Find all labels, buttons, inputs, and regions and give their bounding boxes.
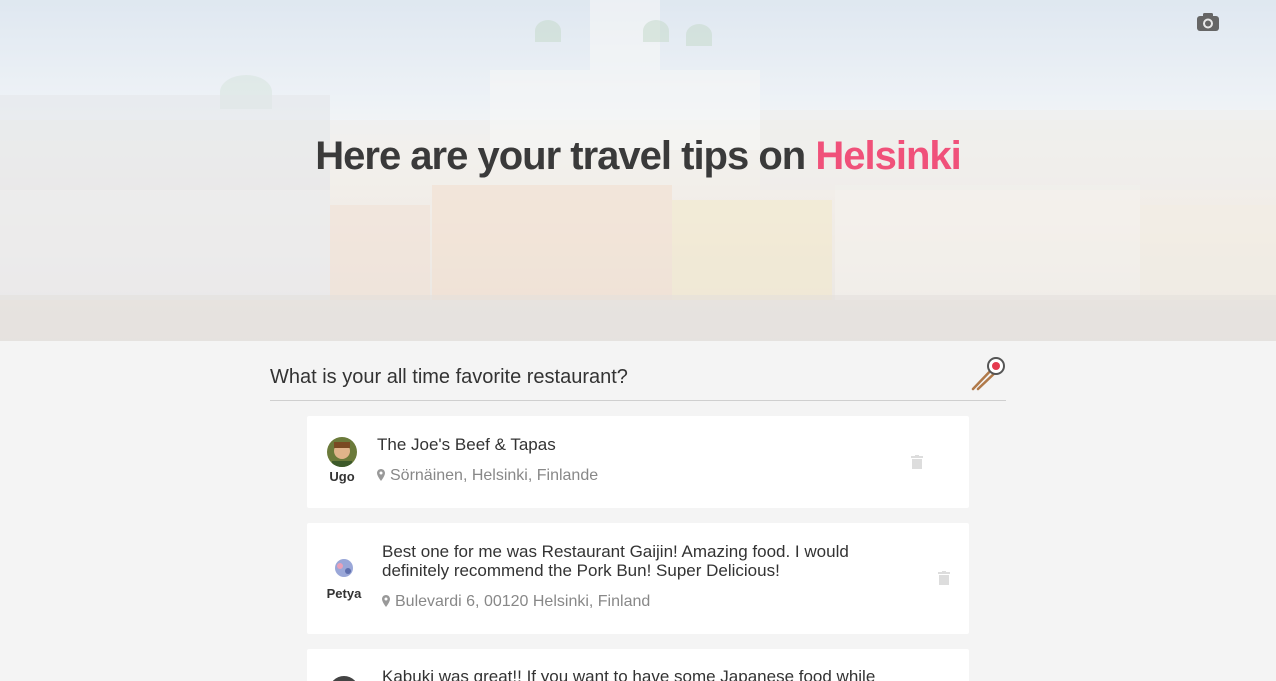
trash-icon[interactable] xyxy=(938,571,950,585)
author-name[interactable]: Ugo xyxy=(317,469,367,484)
camera-icon[interactable] xyxy=(1196,12,1220,32)
trash-icon[interactable] xyxy=(911,455,923,469)
map-pin-icon xyxy=(377,469,385,481)
city-name: Helsinki xyxy=(815,134,961,178)
question-text: What is your all time favorite restauran… xyxy=(270,366,628,388)
question-header: What is your all time favorite restauran… xyxy=(270,357,1006,401)
map-pin-icon xyxy=(382,595,390,607)
hero-banner: Here are your travel tips on Helsinki xyxy=(0,0,1276,341)
tip-text: Best one for me was Restaurant Gaijin! A… xyxy=(382,542,849,580)
tip-card: Kabuki was great!! If you want to have s… xyxy=(307,649,969,681)
avatar[interactable] xyxy=(329,554,359,584)
title-prefix: Here are your travel tips on xyxy=(315,134,816,178)
avatar[interactable] xyxy=(329,676,359,681)
page-title: Here are your travel tips on Helsinki xyxy=(0,134,1276,179)
tip-location[interactable]: Bulevardi 6, 00120 Helsinki, Finland xyxy=(382,593,650,611)
tip-text: Kabuki was great!! If you want to have s… xyxy=(382,667,876,681)
avatar[interactable] xyxy=(327,437,357,467)
tip-location[interactable]: Sörnäinen, Helsinki, Finlande xyxy=(377,467,598,485)
tip-location-text: Sörnäinen, Helsinki, Finlande xyxy=(390,467,599,484)
tip-text: The Joe's Beef & Tapas xyxy=(377,435,556,454)
tip-card: Petya Best one for me was Restaurant Gai… xyxy=(307,523,969,634)
sushi-icon xyxy=(971,357,1005,391)
tips-section: What is your all time favorite restauran… xyxy=(0,341,1276,681)
tip-location-text: Bulevardi 6, 00120 Helsinki, Finland xyxy=(395,593,651,610)
author-name[interactable]: Petya xyxy=(319,586,369,601)
tip-card: Ugo The Joe's Beef & Tapas Sörnäinen, He… xyxy=(307,416,969,508)
